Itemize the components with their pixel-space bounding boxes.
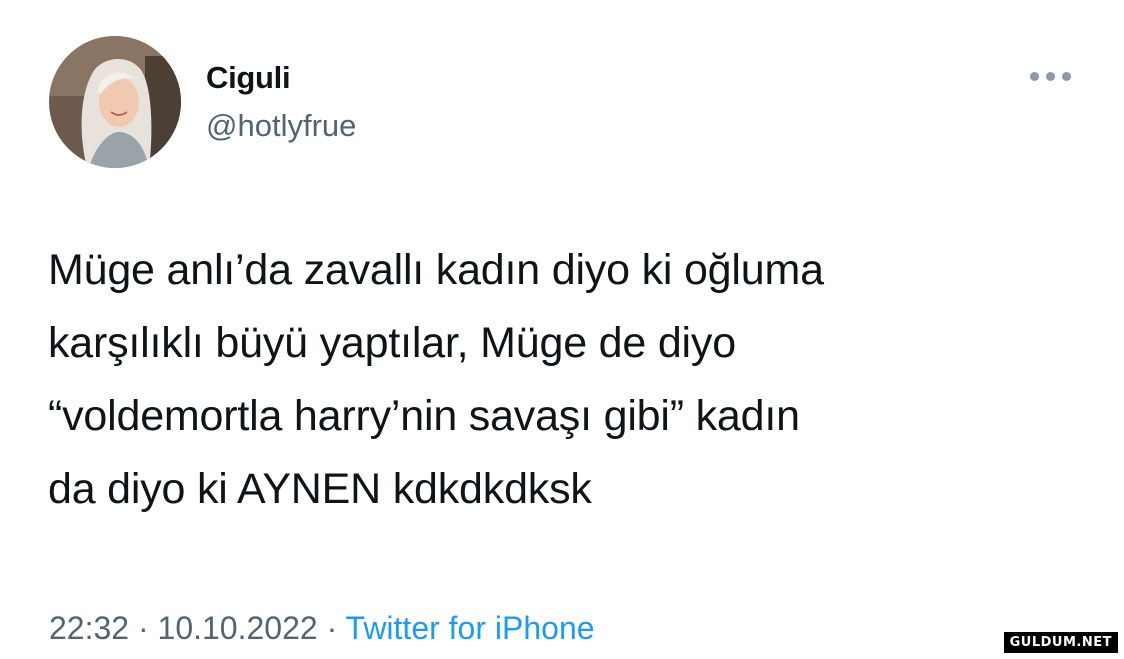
tweet-text: Müge anlı’da zavallı kadın diyo ki oğlum… — [48, 246, 824, 513]
more-dot — [1030, 72, 1039, 81]
tweet-source-link[interactable]: Twitter for iPhone — [346, 610, 595, 646]
more-dot — [1062, 72, 1071, 81]
tweet-time[interactable]: 22:32 — [49, 610, 129, 646]
user-handle[interactable]: @hotlyfrue — [206, 108, 356, 144]
watermark-logo: GULDUM.NET — [1003, 632, 1118, 653]
tweet-date[interactable]: 10.10.2022 — [158, 610, 318, 646]
profile-photo — [49, 36, 181, 168]
avatar[interactable] — [49, 36, 181, 168]
meta-separator: · — [137, 610, 149, 646]
more-dot — [1046, 72, 1055, 81]
tweet-card: Ciguli @hotlyfrue Müge anlı’da zavallı k… — [0, 0, 1124, 659]
more-horizontal-icon[interactable] — [1028, 69, 1074, 83]
tweet-meta: 22:32 · 10.10.2022 · Twitter for iPhone — [49, 610, 595, 647]
display-name[interactable]: Ciguli — [206, 60, 291, 96]
meta-separator: · — [326, 610, 338, 646]
